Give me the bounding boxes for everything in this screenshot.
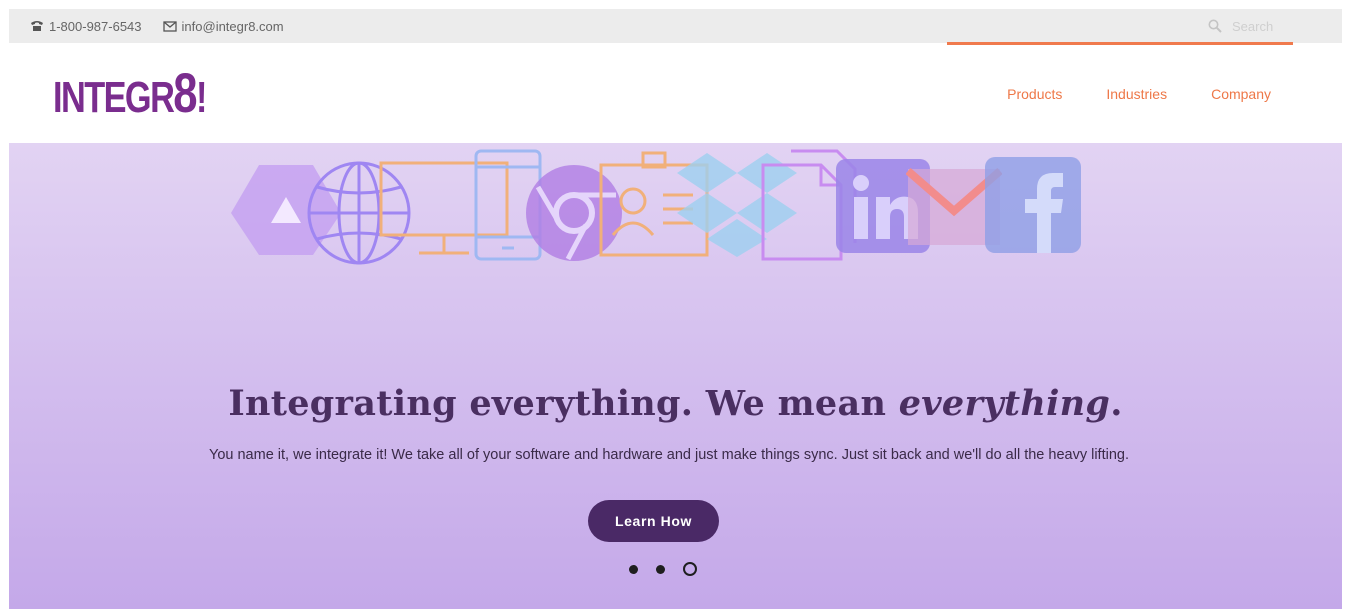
nav-company[interactable]: Company [1211, 86, 1271, 102]
facebook-icon [985, 157, 1081, 253]
logo-eight: 8 [173, 61, 197, 124]
search-icon[interactable] [1208, 19, 1226, 33]
main-nav: Products Industries Company [1007, 86, 1271, 102]
nav-products[interactable]: Products [1007, 86, 1062, 102]
carousel-dot-1[interactable] [629, 564, 638, 574]
hero-slider: Integrating everything. We mean everythi… [9, 143, 1342, 609]
headline-italic: everything [898, 383, 1111, 425]
learn-how-button[interactable]: Learn How [588, 500, 719, 542]
phone-icon [28, 19, 46, 33]
search-box[interactable] [1208, 12, 1293, 40]
site-header: INTEGR8! Products Industries Company [9, 45, 1342, 143]
hero-subtext: You name it, we integrate it! We take al… [209, 446, 1129, 463]
carousel-dot-3[interactable] [683, 562, 697, 576]
search-input[interactable] [1232, 18, 1292, 34]
headline-end: . [1110, 383, 1123, 425]
headline-plain: Integrating everything. We mean [228, 383, 899, 425]
mail-icon [161, 19, 179, 33]
logo[interactable]: INTEGR8! [53, 61, 207, 128]
carousel-dot-2[interactable] [656, 564, 665, 574]
carousel-dots [629, 562, 697, 576]
logo-suffix: ! [196, 73, 207, 122]
hero-headline: Integrating everything. We mean everythi… [9, 383, 1342, 424]
contact-info: 1-800-987-6543 info@integr8.com [28, 19, 284, 34]
nav-industries[interactable]: Industries [1106, 86, 1167, 102]
email-link[interactable]: info@integr8.com [182, 19, 284, 34]
top-bar: 1-800-987-6543 info@integr8.com [9, 9, 1342, 43]
phone-number: 1-800-987-6543 [49, 18, 142, 34]
logo-prefix: INTEGR [53, 73, 175, 122]
